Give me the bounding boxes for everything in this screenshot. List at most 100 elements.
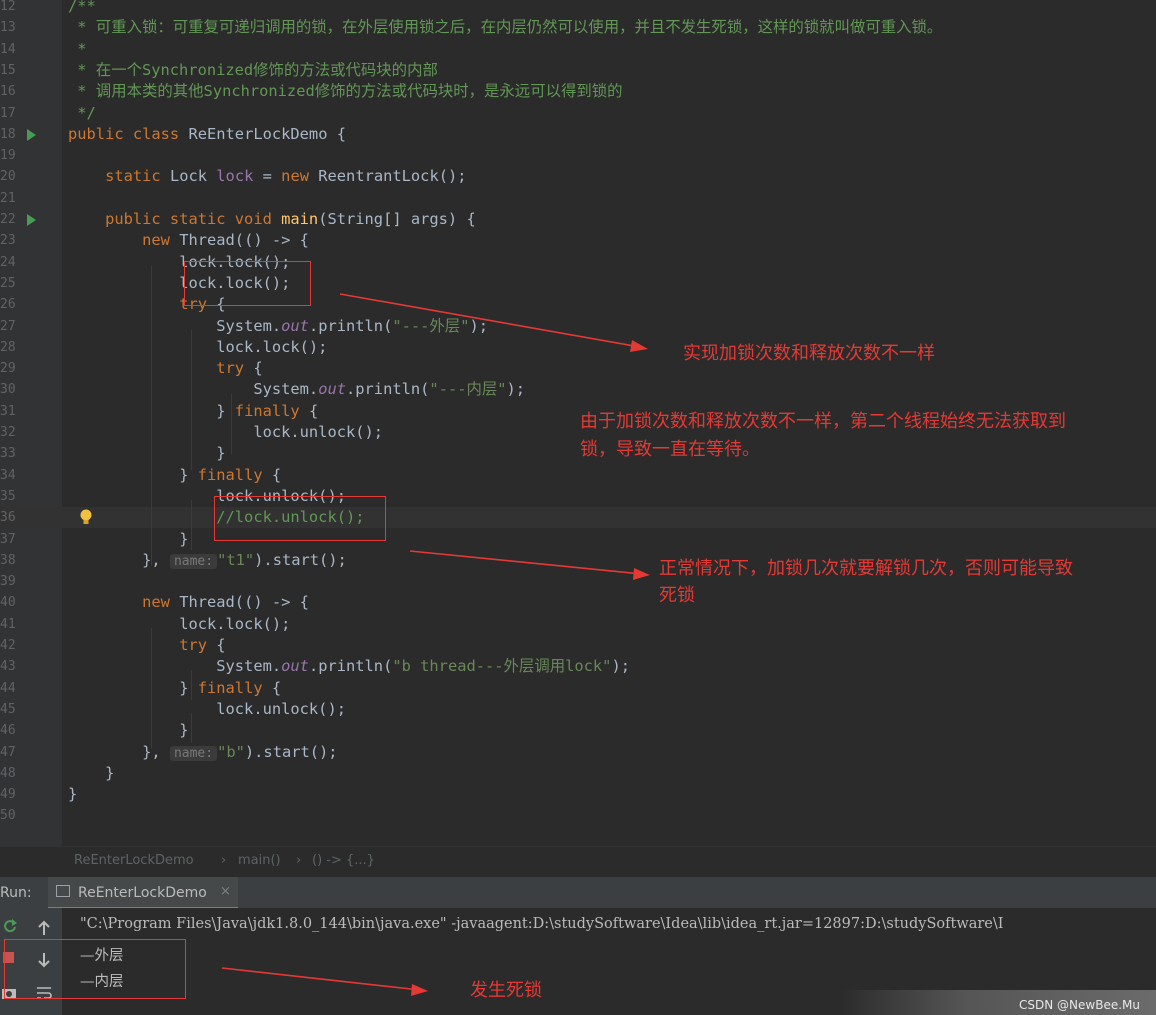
line-number: 42 <box>0 638 15 653</box>
highlight-box-unlock-calls <box>214 496 386 541</box>
code-line[interactable]: 25 lock.lock(); <box>0 273 1156 294</box>
ide-window: 12 /** 13 * 可重入锁：可重复可递归调用的锁，在外层使用锁之后，在内层仍然… <box>0 0 1156 1015</box>
code-line[interactable]: 13 * 可重入锁：可重复可递归调用的锁，在外层使用锁之后，在内层仍然可以使用，… <box>0 17 1156 38</box>
code-line[interactable]: 33 } <box>0 443 1156 464</box>
code-line[interactable]: 26 try { <box>0 294 1156 315</box>
annotation-normal-case-2: 死锁 <box>659 585 695 606</box>
line-number: 35 <box>0 488 15 504</box>
line-number: 44 <box>0 680 15 696</box>
breadcrumb-lambda[interactable]: () -> {...} <box>312 853 375 868</box>
code-line[interactable]: 48 } <box>0 763 1156 784</box>
code-line[interactable]: 49} <box>0 784 1156 805</box>
code-line[interactable]: 23 new Thread(() -> { <box>0 230 1156 251</box>
breadcrumb: ReEnterLockDemo › main() › () -> {...} <box>0 846 1156 877</box>
indent-guide <box>151 266 152 566</box>
code-text: new Thread(() -> { <box>68 231 309 250</box>
code-line[interactable]: 16 * 调用本类的其他Synchronized修饰的方法或代码块时，是永远可以… <box>0 81 1156 102</box>
code-line[interactable]: 24 lock.lock(); <box>0 252 1156 273</box>
line-number: 13 <box>0 20 15 36</box>
line-number: 28 <box>0 339 15 355</box>
line-number: 23 <box>0 233 15 249</box>
code-line[interactable]: 29 try { <box>0 358 1156 379</box>
code-line[interactable]: 21 <box>0 188 1156 209</box>
line-number: 19 <box>0 148 15 164</box>
code-line[interactable]: 41 lock.lock(); <box>0 614 1156 635</box>
annotation-normal-case-1: 正常情况下，加锁几次就要解锁几次，否则可能导致 <box>659 558 1073 579</box>
code-line[interactable]: 12 /** <box>0 0 1156 17</box>
code-line[interactable]: 40 new Thread(() -> { <box>0 592 1156 613</box>
code-line[interactable]: 35 lock.unlock(); <box>0 486 1156 507</box>
line-number: 17 <box>0 105 15 121</box>
run-console[interactable]: "C:\Program Files\Java\jdk1.8.0_144\bin\… <box>0 908 1156 1015</box>
console-command-line: "C:\Program Files\Java\jdk1.8.0_144\bin\… <box>80 916 1004 932</box>
line-number: 49 <box>0 787 15 803</box>
code-line[interactable]: 15 * 在一个Synchronized修饰的方法或代码块的内部 <box>0 60 1156 81</box>
annotation-lock-count-mismatch: 实现加锁次数和释放次数不一样 <box>683 343 935 364</box>
code-text: try { <box>68 636 226 654</box>
line-number: 30 <box>0 382 15 398</box>
code-text: * 在一个Synchronized修饰的方法或代码块的内部 <box>68 60 438 79</box>
code-line[interactable]: 44 } finally { <box>0 678 1156 699</box>
run-panel-header: Run: ReEnterLockDemo × <box>0 876 1156 909</box>
code-line[interactable]: 18 public class ReEnterLockDemo { <box>0 124 1156 145</box>
annotation-second-thread-waiting-1: 由于加锁次数和释放次数不一样，第二个线程始终无法获取到 <box>580 411 1066 432</box>
line-number: 27 <box>0 318 15 334</box>
run-tab[interactable]: ReEnterLockDemo × <box>48 877 238 909</box>
line-number: 15 <box>0 62 15 78</box>
line-number: 40 <box>0 595 15 611</box>
breadcrumb-method[interactable]: main() <box>238 853 281 868</box>
code-text: System.out.println("---内层"); <box>68 380 526 399</box>
annotation-second-thread-waiting-2: 锁，导致一直在等待。 <box>580 439 760 460</box>
rerun-icon[interactable] <box>2 918 18 934</box>
line-number: 37 <box>0 531 15 547</box>
code-line[interactable]: 46 } <box>0 720 1156 741</box>
code-line[interactable]: 28 lock.lock(); <box>0 337 1156 358</box>
code-line[interactable]: 45 lock.unlock(); <box>0 699 1156 720</box>
code-line[interactable]: 34 } finally { <box>0 465 1156 486</box>
line-number: 47 <box>0 744 15 760</box>
code-line[interactable]: 50 <box>0 805 1156 826</box>
line-number: 20 <box>0 169 15 185</box>
run-gutter-icon[interactable] <box>27 128 36 141</box>
code-editor[interactable]: 12 /** 13 * 可重入锁：可重复可递归调用的锁，在外层使用锁之后，在内层仍然… <box>0 0 1156 846</box>
code-text: * 调用本类的其他Synchronized修饰的方法或代码块时，是永远可以得到锁… <box>68 82 623 101</box>
close-icon[interactable]: × <box>220 884 231 899</box>
line-number: 48 <box>0 765 15 781</box>
code-line[interactable]: 14 * <box>0 39 1156 60</box>
line-number: 39 <box>0 574 15 590</box>
line-number: 18 <box>0 126 15 142</box>
code-text: }, name: "t1").start(); <box>68 550 347 569</box>
code-line[interactable]: 20 static Lock lock = new ReentrantLock(… <box>0 166 1156 187</box>
indent-guide <box>231 394 232 454</box>
indent-guide <box>191 330 192 470</box>
code-line[interactable]: 22 public static void main(String[] args… <box>0 209 1156 230</box>
indent-guide <box>191 500 192 550</box>
run-gutter-icon[interactable] <box>27 214 36 226</box>
code-text: System.out.println("b thread---外层调用lock"… <box>68 657 630 676</box>
line-number: 12 <box>0 0 15 14</box>
code-line[interactable]: 17 */ <box>0 103 1156 124</box>
code-line[interactable]: 36 //lock.unlock(); <box>0 507 1156 529</box>
line-number: 34 <box>0 467 15 483</box>
line-number: 21 <box>0 190 15 206</box>
code-line[interactable]: 37 } <box>0 529 1156 550</box>
code-text: } <box>68 763 115 782</box>
code-line[interactable]: 47 }, name: "b").start(); <box>0 742 1156 763</box>
annotation-deadlock: 发生死锁 <box>470 980 542 1001</box>
run-label: Run: <box>0 885 32 901</box>
line-number: 24 <box>0 254 15 270</box>
breadcrumb-class[interactable]: ReEnterLockDemo <box>74 853 194 868</box>
arrow-line <box>221 967 421 991</box>
arrow-up-icon[interactable] <box>37 920 51 936</box>
line-number: 50 <box>0 808 15 824</box>
code-text: } finally { <box>68 465 282 484</box>
code-line[interactable]: 43 System.out.println("b thread---外层调用lo… <box>0 656 1156 677</box>
code-line[interactable]: 27 System.out.println("---外层"); <box>0 316 1156 337</box>
code-line[interactable]: 19 <box>0 145 1156 166</box>
code-text: * 可重入锁：可重复可递归调用的锁，在外层使用锁之后，在内层仍然可以使用，并且不… <box>68 18 943 37</box>
line-number: 41 <box>0 616 15 632</box>
console-icon <box>56 885 70 897</box>
code-line[interactable]: 42 try { <box>0 635 1156 656</box>
code-line[interactable]: 30 System.out.println("---内层"); <box>0 379 1156 400</box>
breadcrumb-separator: › <box>221 853 227 868</box>
